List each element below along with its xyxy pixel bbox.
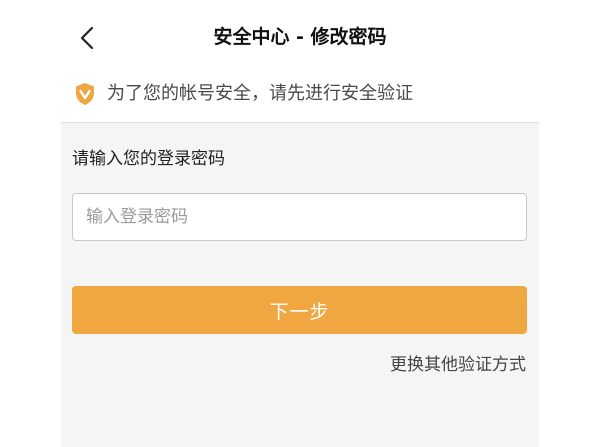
next-step-button[interactable]: 下一步 — [72, 286, 527, 334]
change-verification-method-link[interactable]: 更换其他验证方式 — [390, 353, 526, 377]
security-notice-text: 为了您的帐号安全，请先进行安全验证 — [107, 83, 413, 104]
verification-panel: 请输入您的登录密码 下一步 更换其他验证方式 — [61, 122, 539, 447]
page-title: 安全中心 - 修改密码 — [213, 26, 387, 48]
shield-check-icon — [76, 83, 94, 105]
password-input[interactable] — [72, 193, 527, 241]
security-notice: 为了您的帐号安全，请先进行安全验证 — [61, 72, 539, 122]
password-label: 请输入您的登录密码 — [72, 149, 225, 169]
navigation-bar: 安全中心 - 修改密码 — [0, 0, 600, 72]
change-password-screen: 安全中心 - 修改密码 为了您的帐号安全，请先进行安全验证 请输入您的登录密码 … — [0, 0, 600, 447]
